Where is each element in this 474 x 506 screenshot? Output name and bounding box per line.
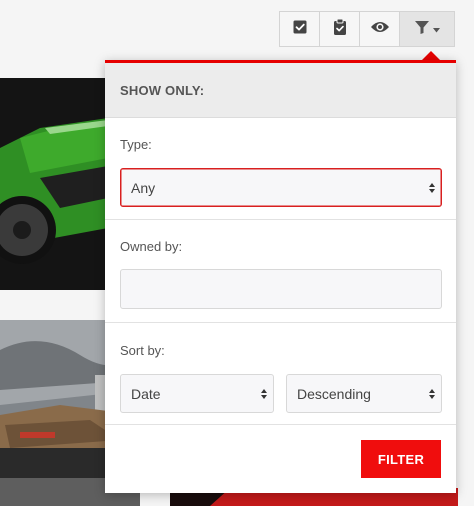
panel-header: SHOW ONLY:	[105, 63, 456, 118]
type-select-value: Any	[131, 179, 156, 196]
filter-icon	[414, 19, 430, 40]
eye-icon	[370, 20, 390, 39]
sort-field-select[interactable]: Date	[120, 374, 274, 413]
type-label: Type:	[120, 137, 152, 152]
filter-button[interactable]: FILTER	[361, 440, 441, 478]
panel-title: SHOW ONLY:	[120, 82, 205, 98]
type-select[interactable]: Any	[120, 168, 442, 207]
select-all-button[interactable]	[280, 12, 320, 46]
sort-by-section: Sort by: Date Descending	[105, 323, 456, 425]
select-arrows-icon	[261, 388, 267, 399]
view-toolbar	[279, 11, 455, 47]
owned-by-input[interactable]	[120, 269, 442, 309]
view-button[interactable]	[360, 12, 400, 46]
select-arrows-icon	[429, 388, 435, 399]
owned-by-label: Owned by:	[120, 239, 183, 254]
tasks-button[interactable]	[320, 12, 360, 46]
chevron-down-icon	[433, 20, 440, 38]
sort-order-value: Descending	[297, 385, 371, 402]
sort-by-label: Sort by:	[120, 343, 165, 358]
dropdown-caret	[422, 51, 440, 60]
owned-by-section: Owned by:	[105, 220, 456, 323]
gallery-image-green-car[interactable]	[0, 78, 108, 290]
sort-order-select[interactable]: Descending	[286, 374, 442, 413]
select-arrows-icon	[429, 182, 435, 193]
sort-field-value: Date	[131, 385, 161, 402]
filter-toggle-button[interactable]	[400, 12, 454, 46]
filter-dropdown-panel: SHOW ONLY: Type: Any Owned by: Sort by: …	[105, 60, 456, 493]
panel-footer: FILTER	[105, 425, 456, 495]
checkbox-checked-icon	[292, 19, 308, 40]
type-section: Type: Any	[105, 118, 456, 220]
clipboard-check-icon	[332, 18, 348, 41]
